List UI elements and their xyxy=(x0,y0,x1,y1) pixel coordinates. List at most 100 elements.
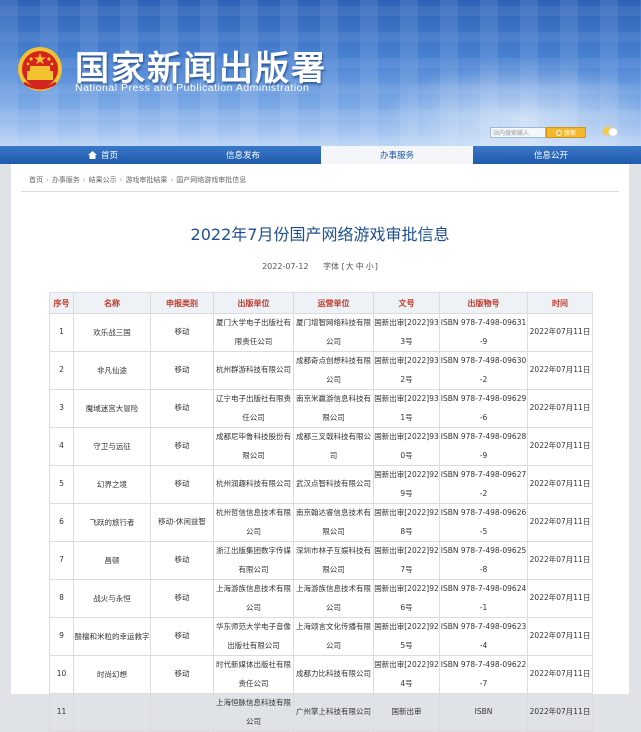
cell-text: 南京翰达睿信息技术有限公司 xyxy=(296,508,371,536)
header-col-index: 序号 xyxy=(49,292,74,314)
table-row: 2 非凡仙途 移动 杭州群游科技有限公司 成都奇点创想科技有限公司 国新出审[2022]9… xyxy=(49,351,593,390)
cell-text: 非凡仙途 xyxy=(97,365,127,375)
cell-text: 时代新媒体出版社有限责任公司 xyxy=(216,660,291,688)
cell-text: 国新出审[2022]924号 xyxy=(374,660,439,688)
cell-text: 上海恒脉信息科技有限公司 xyxy=(216,698,291,726)
breadcrumb-current[interactable]: 国产网络游戏审批信息 xyxy=(176,176,246,184)
cell-col-date: 2022年07月11日 xyxy=(527,389,593,428)
cell-col-date: 2022年07月11日 xyxy=(527,541,593,580)
cell-col-index: 3 xyxy=(49,389,74,428)
nav-home[interactable]: 首页 xyxy=(48,146,158,164)
cell-col-index: 1 xyxy=(49,313,74,352)
cell-text: 南京米赢游信息科技有限公司 xyxy=(296,394,371,422)
cell-col-name: 欢乐战三国 xyxy=(73,313,151,352)
cell-col-date: 2022年07月11日 xyxy=(527,579,593,618)
search-button[interactable]: 搜索 xyxy=(546,127,586,138)
cell-text: 战火与永恒 xyxy=(93,593,131,603)
font-size-label: 字体 xyxy=(323,262,340,271)
cell-text: 9 xyxy=(59,631,64,641)
cell-text: 厦门大学电子出版社有限责任公司 xyxy=(216,318,291,346)
cell-text: 国新出审[2022]929号 xyxy=(374,470,439,498)
table-row: 6 飞跃的旅行者 移动-休闲益智 杭州哲信信息技术有限公司 南京翰达睿信息技术有限公司国… xyxy=(49,503,593,542)
cell-col-name: 飞跃的旅行者 xyxy=(73,503,151,542)
cell-text: 2022年07月11日 xyxy=(529,593,591,603)
cell-text: 武汉点智科技有限公司 xyxy=(296,479,371,489)
cell-col-operator: 成都力比科技有限公司 xyxy=(293,655,374,694)
header-col-publisher: 出版单位 xyxy=(213,292,294,314)
cell-col-operator: 武汉点智科技有限公司 xyxy=(293,465,374,504)
home-icon xyxy=(87,151,97,159)
cell-text: 华东师范大学电子音像出版社有限公司 xyxy=(216,622,291,650)
cell-col-isbn: ISBN 978-7-498-09625-8 xyxy=(439,541,528,580)
table-row: 7 昌顿 移动 浙江出版集团数字传媒有限公司 深圳市林子互娱科技有限公司 国新出审[202… xyxy=(49,541,593,580)
cell-col-name: 时尚幻想 xyxy=(73,655,151,694)
cell-text: 辽宁电子出版社有限责任公司 xyxy=(216,394,291,422)
chat-bubble-icon[interactable] xyxy=(602,125,618,137)
article-meta: 2022-07-12 字体 [大中小] xyxy=(11,261,629,272)
cell-col-operator: 成都奇点创想科技有限公司 xyxy=(293,351,374,390)
cell-col-publisher: 上海游族信息技术有限公司 xyxy=(213,579,294,618)
cell-col-publisher: 上海恒脉信息科技有限公司 xyxy=(213,693,294,732)
cell-text: 移动 xyxy=(174,631,190,641)
cell-text: ISBN 978-7-498-09626-5 xyxy=(440,508,527,536)
breadcrumb-home[interactable]: 首页 xyxy=(29,176,43,184)
cell-col-index: 4 xyxy=(49,427,74,466)
breadcrumb-results[interactable]: 结果公示 xyxy=(89,176,117,184)
cell-text: 国新出审[2022]930号 xyxy=(374,432,439,460)
cell-text: 移动-休闲益智 xyxy=(158,517,206,527)
cell-col-date: 2022年07月11日 xyxy=(527,465,593,504)
cell-text: ISBN xyxy=(474,707,493,717)
cell-text: ISBN 978-7-498-09625-8 xyxy=(440,546,527,574)
cell-col-name xyxy=(73,693,151,732)
header-col-date: 时间 xyxy=(527,292,593,314)
table-header-row: 序号 名称 申报类别 出版单位 运营单位 文号 出版物号 时间 xyxy=(49,292,593,314)
cell-text: 2 xyxy=(59,365,64,375)
cell-col-operator: 广州掌上科技有限公司 xyxy=(293,693,374,732)
cell-text: 7 xyxy=(59,555,64,565)
cell-col-date: 2022年07月11日 xyxy=(527,503,593,542)
cell-col-index: 6 xyxy=(49,503,74,542)
table-row: 4 守卫与远征 移动 成都尼毕鲁科技股份有限公司 成都三叉戟科技有限公司 国新出审[202… xyxy=(49,427,593,466)
breadcrumb-game-approval[interactable]: 游戏审批结果 xyxy=(125,176,167,184)
font-size-small-button[interactable]: 小 xyxy=(366,262,374,271)
cell-col-category: 移动 xyxy=(150,617,214,656)
game-approval-table: 序号 名称 申报类别 出版单位 运营单位 文号 出版物号 时间 1 欢乐战三国移动 厦门大学电子出… xyxy=(49,292,593,732)
cell-col-category: 移动-休闲益智 xyxy=(150,503,214,542)
cell-col-category: 移动 xyxy=(150,655,214,694)
cell-col-index: 7 xyxy=(49,541,74,580)
cell-text: 酸檀和米粒的幸运救字 xyxy=(74,631,150,641)
cell-col-approval-no: 国新出审[2022]933号 xyxy=(373,313,440,352)
cell-text: 10 xyxy=(56,669,67,679)
header-col-category: 申报类别 xyxy=(150,292,214,314)
cell-text: 国新出审 xyxy=(391,707,422,717)
nav-services-label: 办事服务 xyxy=(379,151,414,161)
cell-col-publisher: 时代新媒体出版社有限责任公司 xyxy=(213,655,294,694)
main-nav: 首页 信息发布 办事服务 信息公开 xyxy=(0,146,641,164)
nav-disclosure[interactable]: 信息公开 xyxy=(496,146,606,164)
cell-col-publisher: 厦门大学电子出版社有限责任公司 xyxy=(213,313,294,352)
cell-text: 成都力比科技有限公司 xyxy=(296,669,371,679)
cell-text: 2022年07月11日 xyxy=(529,479,591,489)
cell-col-isbn: ISBN 978-7-498-09622-7 xyxy=(439,655,528,694)
cell-text: 国新出审[2022]928号 xyxy=(374,508,439,536)
header-col-isbn: 出版物号 xyxy=(439,292,528,314)
breadcrumb-divider xyxy=(21,191,619,192)
breadcrumb-services[interactable]: 办事服务 xyxy=(52,176,80,184)
cell-col-index: 10 xyxy=(49,655,74,694)
search-input[interactable]: 站内搜索输入 xyxy=(490,127,546,138)
cell-text: ISBN 978-7-498-09631-9 xyxy=(440,318,527,346)
cell-text: 上海游族信息技术有限公司 xyxy=(296,584,371,612)
cell-col-date: 2022年07月11日 xyxy=(527,655,593,694)
header-col-approval-no: 文号 xyxy=(373,292,440,314)
font-size-medium-button[interactable]: 中 xyxy=(356,262,364,271)
nav-info-release-label: 信息发布 xyxy=(225,151,260,161)
cell-text: ISBN 978-7-498-09629-6 xyxy=(440,394,527,422)
nav-info-release[interactable]: 信息发布 xyxy=(188,146,298,164)
cell-text: ISBN 978-7-498-09627-2 xyxy=(440,470,527,498)
cell-col-index: 8 xyxy=(49,579,74,618)
cell-text: 欢乐战三国 xyxy=(93,327,131,337)
nav-services[interactable]: 办事服务 xyxy=(321,146,473,164)
cell-col-date: 2022年07月11日 xyxy=(527,313,593,352)
cell-col-category: 移动 xyxy=(150,579,214,618)
font-size-large-button[interactable]: 大 xyxy=(346,262,354,271)
